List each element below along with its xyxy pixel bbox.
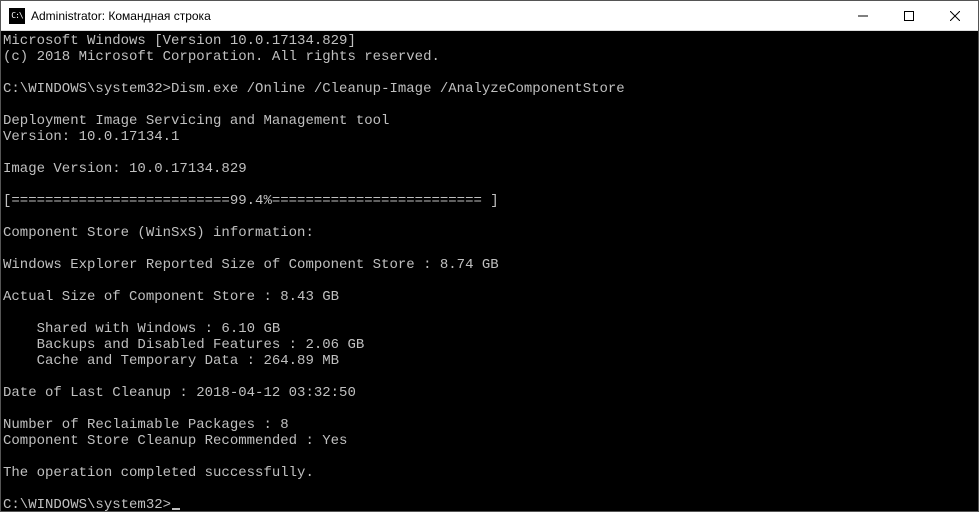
terminal-output[interactable]: Microsoft Windows [Version 10.0.17134.82… [1,31,978,511]
last-cleanup: Date of Last Cleanup : 2018-04-12 03:32:… [3,385,356,401]
banner-line-2: (c) 2018 Microsoft Corporation. All righ… [3,49,440,65]
minimize-button[interactable] [840,1,886,30]
prompt-1: C:\WINDOWS\system32> [3,81,171,97]
cleanup-recommended: Component Store Cleanup Recommended : Ye… [3,433,347,449]
shared-with-windows: Shared with Windows : 6.10 GB [3,321,280,337]
actual-size: Actual Size of Component Store : 8.43 GB [3,289,339,305]
explorer-reported-size: Windows Explorer Reported Size of Compon… [3,257,499,273]
maximize-button[interactable] [886,1,932,30]
command-1: Dism.exe /Online /Cleanup-Image /Analyze… [171,81,625,97]
prompt-2: C:\WINDOWS\system32> [3,497,171,511]
titlebar[interactable]: C:\ Administrator: Командная строка [1,1,978,31]
dism-tool-line: Deployment Image Servicing and Managemen… [3,113,389,129]
window-title: Administrator: Командная строка [31,9,840,23]
progress-bar: [==========================99.4%========… [3,193,499,209]
banner-line-1: Microsoft Windows [Version 10.0.17134.82… [3,33,356,49]
backups-disabled: Backups and Disabled Features : 2.06 GB [3,337,364,353]
success-line: The operation completed successfully. [3,465,314,481]
dism-version-line: Version: 10.0.17134.1 [3,129,179,145]
reclaimable-packages: Number of Reclaimable Packages : 8 [3,417,289,433]
cmd-icon: C:\ [9,8,25,24]
window-controls [840,1,978,30]
image-version-line: Image Version: 10.0.17134.829 [3,161,247,177]
cursor [172,508,180,510]
component-info-heading: Component Store (WinSxS) information: [3,225,314,241]
cache-temp: Cache and Temporary Data : 264.89 MB [3,353,339,369]
close-button[interactable] [932,1,978,30]
